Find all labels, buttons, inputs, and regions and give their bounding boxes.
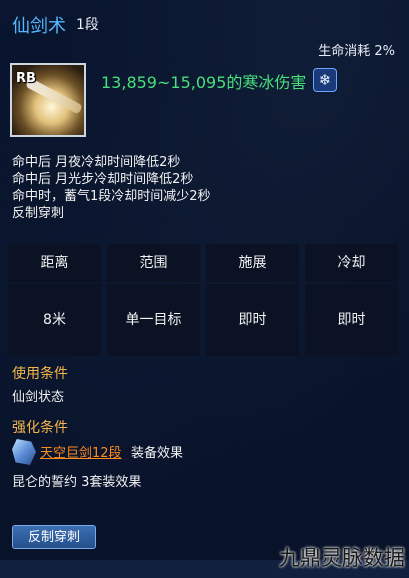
skill-tooltip: 仙剑术 1段 生命消耗 2% RB 13,859~15,095的寒冰伤害 ❄ 命…: [0, 0, 409, 560]
skill-name: 仙剑术: [12, 16, 66, 37]
stat-value: 8米: [8, 284, 101, 356]
counter-pierce-tag[interactable]: 反制穿刺: [12, 525, 96, 549]
frost-icon: ❄: [313, 68, 337, 92]
stat-cast: 施展 即时: [206, 244, 299, 356]
enhance-title: 强化条件: [12, 420, 68, 436]
stat-value: 即时: [206, 284, 299, 356]
effect-line: 命中时，蓄气1段冷却时间减少2秒: [12, 189, 211, 204]
stat-value: 即时: [305, 284, 398, 356]
stat-label: 距离: [8, 244, 101, 282]
use-condition-title: 使用条件: [12, 366, 68, 382]
gear-icon: [12, 439, 36, 465]
stat-label: 施展: [206, 244, 299, 282]
hp-cost: 生命消耗 2%: [318, 44, 395, 59]
effect-list: 命中后 月夜冷却时间降低2秒 命中后 月光步冷却时间降低2秒 命中时，蓄气1段冷…: [12, 154, 211, 222]
stat-distance: 距离 8米: [8, 244, 101, 356]
skill-level: 1段: [76, 17, 99, 33]
effect-line: 命中后 月夜冷却时间降低2秒: [12, 155, 181, 170]
watermark: 九鼎灵脉数据: [279, 546, 405, 570]
damage-text: 13,859~15,095的寒冰伤害: [101, 73, 307, 92]
set-effect-text: 昆仑的誓约 3套装效果: [12, 475, 142, 490]
stat-range: 范围 单一目标: [107, 244, 200, 356]
gear-effect-label: 装备效果: [131, 446, 184, 461]
effect-line: 反制穿刺: [12, 206, 65, 221]
skill-icon: RB: [10, 63, 86, 137]
stat-label: 范围: [107, 244, 200, 282]
stat-grid: 距离 8米 范围 单一目标 施展 即时 冷却 即时: [8, 244, 401, 356]
keybind-label: RB: [16, 71, 36, 86]
gear-link[interactable]: 天空巨剑12段: [40, 442, 122, 461]
effect-line: 命中后 月光步冷却时间降低2秒: [12, 172, 194, 187]
stat-cooldown: 冷却 即时: [305, 244, 398, 356]
stat-label: 冷却: [305, 244, 398, 282]
use-condition-text: 仙剑状态: [12, 390, 65, 405]
stat-value: 单一目标: [107, 284, 200, 356]
